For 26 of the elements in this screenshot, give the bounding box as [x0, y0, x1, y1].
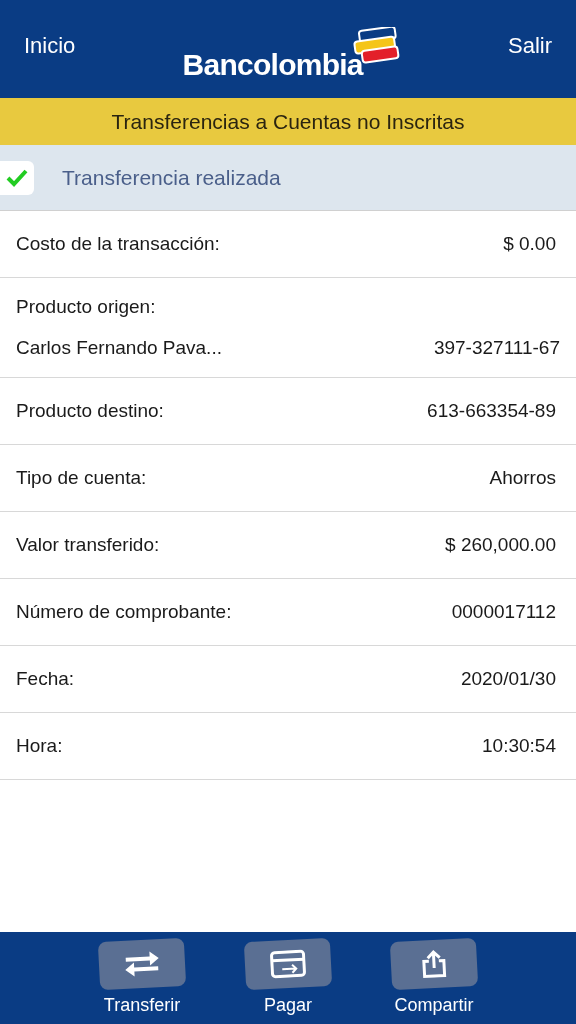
field-value: $ 0.00 [503, 231, 556, 256]
field-value: $ 260,000.00 [445, 532, 556, 557]
field-label: Valor transferido: [16, 532, 160, 557]
field-label: Tipo de cuenta: [16, 465, 147, 490]
check-icon [6, 168, 28, 187]
share-icon [419, 949, 449, 979]
card-icon [269, 949, 307, 979]
field-label: Hora: [16, 733, 63, 758]
field-value: 397-327111-67 [433, 335, 560, 360]
field-value: 10:30:54 [482, 733, 556, 758]
field-label: Producto origen: [16, 295, 157, 319]
field-label: Producto destino: [16, 398, 164, 423]
home-link[interactable]: Inicio [24, 28, 76, 62]
field-label: Costo de la transacción: [16, 231, 220, 256]
swap-arrows-icon [123, 950, 161, 978]
field-label: Número de comprobante: [16, 599, 232, 624]
page-title: Transferencias a Cuentas no Inscritas [111, 108, 465, 135]
field-value: 613-663354-89 [427, 398, 556, 423]
logo-text: Bancolombia [182, 47, 363, 83]
field-value: 2020/01/30 [460, 666, 556, 691]
account-holder: Carlos Fernando Pava... [16, 335, 222, 360]
field-value: 0000017112 [451, 599, 556, 624]
field-value: Ahorros [489, 465, 556, 490]
logout-link[interactable]: Salir [508, 28, 552, 62]
field-label: Fecha: [16, 666, 75, 691]
status-message: Transferencia realizada [62, 164, 281, 191]
